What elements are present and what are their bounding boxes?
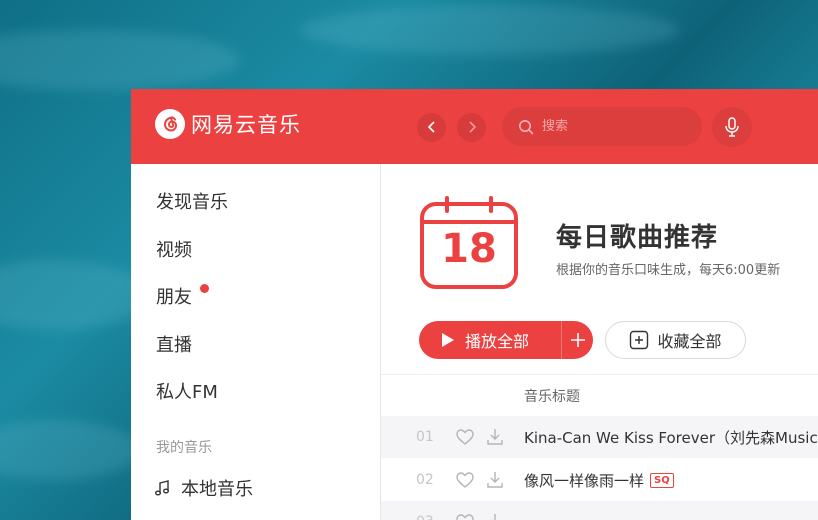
daily-recommend-page: 18 每日歌曲推荐 根据你的音乐口味生成，每天6:00更新 播放全部 收藏全部 [381,164,818,520]
song-title: Kina-Can We Kiss Forever（刘先森Music [524,428,818,447]
sidebar-item-live[interactable]: 直播 [156,331,192,357]
sidebar-item-friends[interactable]: 朋友 [156,283,192,309]
background-wave [0,260,150,330]
chevron-right-icon [467,119,477,137]
sidebar-group-title: 我的音乐 [156,440,212,456]
column-header-title[interactable]: 音乐标题 [524,386,580,406]
download-icon[interactable] [486,471,504,493]
notification-dot [200,284,209,293]
title-bar: 网易云音乐 [131,89,818,164]
play-all-button[interactable]: 播放全部 [419,328,561,352]
row-index: 02 [416,472,434,488]
background-wave [0,30,240,90]
background-wave [0,420,140,480]
divider [381,374,818,375]
calendar-day: 18 [441,226,497,272]
netease-music-logo-icon [155,109,185,139]
collect-all-label: 收藏全部 [657,332,722,351]
search-icon [518,119,534,135]
app-window: 网易云音乐 发现音乐 视频 朋友 直播 私 [131,89,818,520]
microphone-icon [723,116,741,138]
sidebar: 发现音乐 视频 朋友 直播 私人FM 我的音乐 本地音乐 [131,164,381,520]
back-button[interactable] [417,113,446,142]
sidebar-item-personal-fm[interactable]: 私人FM [156,378,218,404]
add-folder-icon [629,330,649,350]
voice-search-button[interactable] [712,107,752,147]
row-index: 03 [416,514,434,520]
table-row[interactable]: 03 [381,501,818,520]
search-input[interactable] [540,118,694,135]
quality-tag: SQ [650,472,674,488]
download-icon[interactable] [486,428,504,450]
app-logo[interactable]: 网易云音乐 [155,109,301,139]
row-index: 01 [416,429,434,445]
calendar-icon: 18 [419,196,519,294]
sidebar-item-label: 本地音乐 [181,479,253,500]
play-all-button-group: 播放全部 [419,321,593,359]
table-row[interactable]: 01 Kina-Can We Kiss Forever（刘先森Music [381,416,818,458]
table-row[interactable]: 02 像风一样像雨一样 SQ [381,459,818,501]
heart-icon[interactable] [456,472,474,492]
music-note-icon [153,479,171,497]
sidebar-item-local-music[interactable]: 本地音乐 [153,475,253,501]
page-title: 每日歌曲推荐 [556,223,719,253]
heart-icon[interactable] [456,514,474,520]
play-icon [441,332,455,348]
heart-icon[interactable] [456,429,474,449]
plus-icon [570,332,586,348]
app-name: 网易云音乐 [191,113,301,137]
add-to-playlist-button[interactable] [562,332,593,348]
search-box[interactable] [502,107,702,146]
page-subtitle: 根据你的音乐口味生成，每天6:00更新 [556,263,781,278]
song-title: 像风一样像雨一样 [524,471,645,490]
collect-all-button[interactable]: 收藏全部 [605,321,746,359]
play-all-label: 播放全部 [465,332,530,351]
download-icon[interactable] [486,513,504,520]
song-title-group: 像风一样像雨一样 SQ [524,470,674,491]
sidebar-item-discover[interactable]: 发现音乐 [156,188,228,214]
background-wave [300,5,680,55]
forward-button[interactable] [457,113,486,142]
sidebar-item-video[interactable]: 视频 [156,236,192,262]
chevron-left-icon [427,119,437,137]
